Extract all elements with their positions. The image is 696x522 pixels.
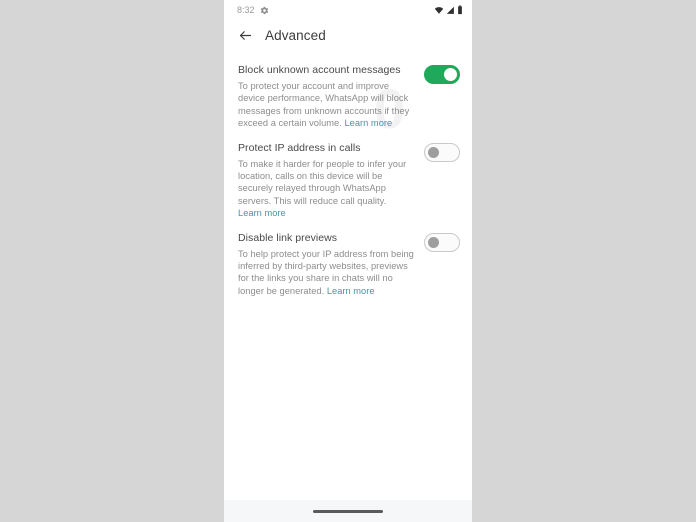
setting-row-protect-ip-address-in-calls[interactable]: Protect IP address in calls To make it h… — [224, 136, 472, 226]
status-bar: 8:32 — [224, 0, 472, 20]
app-bar: Advanced — [224, 20, 472, 50]
toggle-protect-ip-address-in-calls[interactable] — [424, 142, 460, 162]
setting-title: Block unknown account messages — [238, 64, 401, 76]
gear-icon — [260, 6, 269, 15]
wifi-icon — [434, 6, 444, 15]
signal-icon — [446, 6, 455, 15]
status-bar-left: 8:32 — [237, 5, 269, 15]
setting-row-block-unknown-account-messages[interactable]: Block unknown account messages To protec… — [224, 58, 472, 136]
phone-screen: 0 8:32 Advanced Block unknown account me… — [224, 0, 472, 522]
toggle-knob — [428, 236, 439, 248]
page-title: Advanced — [265, 27, 326, 43]
setting-title: Protect IP address in calls — [238, 141, 361, 154]
setting-text-group: Protect IP address in calls To make it h… — [238, 142, 424, 220]
learn-more-link[interactable]: Learn more — [344, 118, 392, 128]
learn-more-link[interactable]: Learn more — [327, 286, 375, 296]
home-gesture-pill[interactable] — [313, 509, 383, 513]
setting-description-text: To make it harder for people to infer yo… — [238, 158, 407, 206]
setting-text-group: Disable link previews To help protect yo… — [238, 232, 424, 298]
battery-icon — [457, 5, 463, 15]
gesture-navigation-bar — [224, 500, 472, 522]
setting-text-group: Block unknown account messages To protec… — [238, 64, 424, 130]
back-arrow-icon[interactable] — [236, 26, 254, 44]
status-bar-clock: 8:32 — [237, 5, 255, 15]
toggle-disable-link-previews[interactable] — [424, 232, 460, 252]
setting-title: Disable link previews — [238, 231, 338, 244]
toggle-block-unknown-account-messages[interactable] — [424, 65, 460, 84]
toggle-knob — [444, 68, 457, 81]
settings-list: Block unknown account messages To protec… — [224, 50, 472, 303]
screenshot-canvas: 0 8:32 Advanced Block unknown account me… — [0, 0, 696, 522]
setting-description: To help protect your IP address from bei… — [238, 248, 414, 298]
setting-description: To make it harder for people to infer yo… — [238, 158, 414, 220]
status-bar-right — [434, 5, 463, 15]
toggle-knob — [428, 146, 439, 158]
learn-more-link[interactable]: Learn more — [238, 207, 414, 219]
setting-row-disable-link-previews[interactable]: Disable link previews To help protect yo… — [224, 226, 472, 304]
setting-description: To protect your account and improve devi… — [238, 80, 414, 130]
